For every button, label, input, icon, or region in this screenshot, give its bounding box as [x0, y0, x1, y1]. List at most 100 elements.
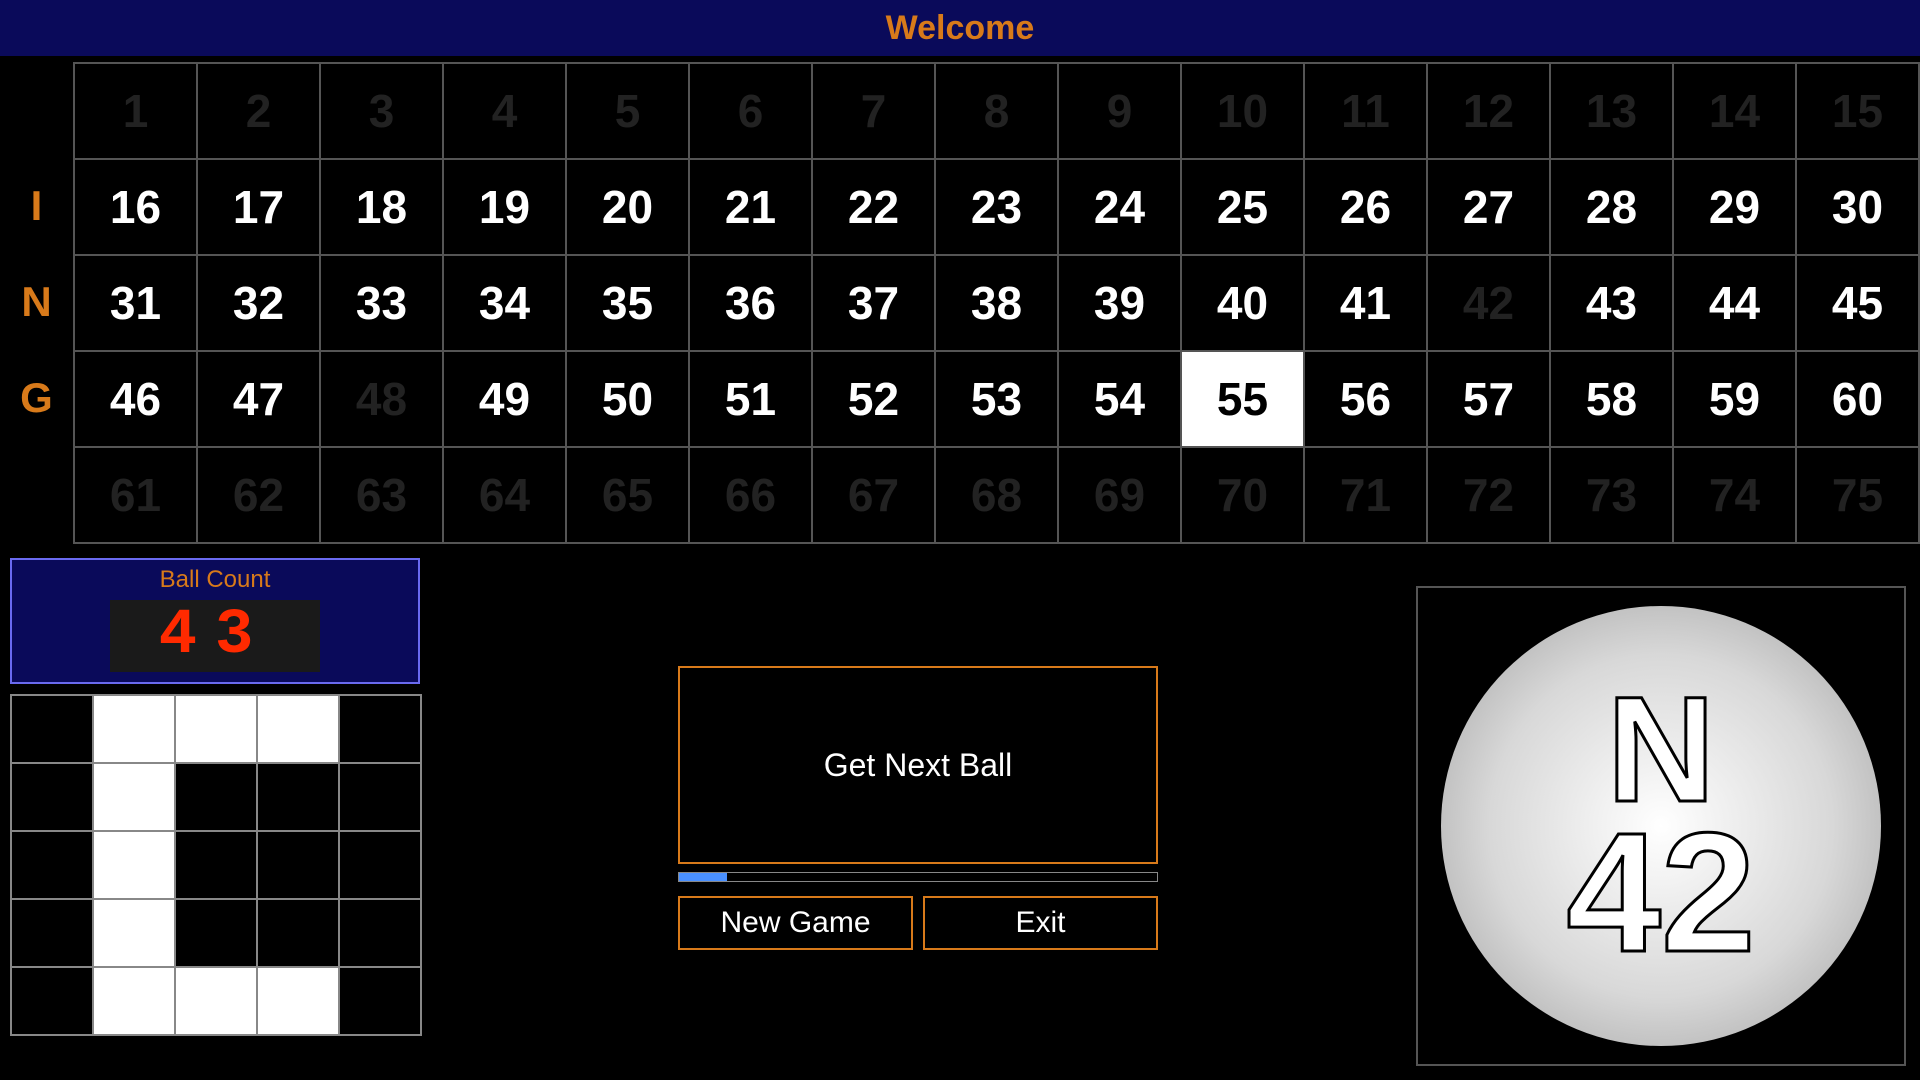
board-cell[interactable]: 7 [812, 63, 935, 159]
board-cell[interactable]: 6 [689, 63, 812, 159]
pattern-cell[interactable] [93, 695, 175, 763]
board-cell[interactable]: 73 [1550, 447, 1673, 543]
board-cell[interactable]: 64 [443, 447, 566, 543]
board-cell[interactable]: 48 [320, 351, 443, 447]
pattern-cell[interactable] [175, 899, 257, 967]
board-cell[interactable]: 18 [320, 159, 443, 255]
get-next-ball-button[interactable]: Get Next Ball [678, 666, 1158, 864]
pattern-cell[interactable] [257, 899, 339, 967]
board-cell[interactable]: 60 [1796, 351, 1919, 447]
board-cell[interactable]: 40 [1181, 255, 1304, 351]
board-cell[interactable]: 66 [689, 447, 812, 543]
board-cell[interactable]: 38 [935, 255, 1058, 351]
board-cell[interactable]: 75 [1796, 447, 1919, 543]
board-cell[interactable]: 58 [1550, 351, 1673, 447]
board-cell[interactable]: 54 [1058, 351, 1181, 447]
board-cell[interactable]: 49 [443, 351, 566, 447]
board-cell[interactable]: 32 [197, 255, 320, 351]
pattern-cell[interactable] [93, 899, 175, 967]
board-cell[interactable]: 43 [1550, 255, 1673, 351]
board-cell[interactable]: 23 [935, 159, 1058, 255]
board-cell[interactable]: 12 [1427, 63, 1550, 159]
board-cell[interactable]: 24 [1058, 159, 1181, 255]
pattern-cell[interactable] [175, 967, 257, 1035]
board-cell[interactable]: 57 [1427, 351, 1550, 447]
pattern-cell[interactable] [257, 831, 339, 899]
board-cell[interactable]: 70 [1181, 447, 1304, 543]
board-cell[interactable]: 28 [1550, 159, 1673, 255]
board-cell[interactable]: 45 [1796, 255, 1919, 351]
pattern-cell[interactable] [339, 899, 421, 967]
board-cell[interactable]: 16 [74, 159, 197, 255]
pattern-cell[interactable] [257, 763, 339, 831]
board-cell[interactable]: 8 [935, 63, 1058, 159]
board-cell[interactable]: 50 [566, 351, 689, 447]
board-cell[interactable]: 47 [197, 351, 320, 447]
board-cell[interactable]: 59 [1673, 351, 1796, 447]
board-cell[interactable]: 3 [320, 63, 443, 159]
pattern-cell[interactable] [11, 831, 93, 899]
board-cell[interactable]: 14 [1673, 63, 1796, 159]
board-cell[interactable]: 34 [443, 255, 566, 351]
board-cell[interactable]: 69 [1058, 447, 1181, 543]
pattern-cell[interactable] [93, 763, 175, 831]
board-cell[interactable]: 26 [1304, 159, 1427, 255]
board-cell[interactable]: 56 [1304, 351, 1427, 447]
board-cell[interactable]: 11 [1304, 63, 1427, 159]
pattern-cell[interactable] [339, 831, 421, 899]
board-cell[interactable]: 74 [1673, 447, 1796, 543]
board-cell[interactable]: 51 [689, 351, 812, 447]
board-cell[interactable]: 25 [1181, 159, 1304, 255]
pattern-cell[interactable] [11, 967, 93, 1035]
board-cell[interactable]: 68 [935, 447, 1058, 543]
board-cell[interactable]: 21 [689, 159, 812, 255]
pattern-cell[interactable] [11, 695, 93, 763]
board-cell[interactable]: 37 [812, 255, 935, 351]
board-cell[interactable]: 52 [812, 351, 935, 447]
pattern-cell[interactable] [175, 763, 257, 831]
pattern-cell[interactable] [339, 695, 421, 763]
board-cell[interactable]: 30 [1796, 159, 1919, 255]
board-cell[interactable]: 19 [443, 159, 566, 255]
board-cell[interactable]: 62 [197, 447, 320, 543]
pattern-cell[interactable] [93, 967, 175, 1035]
board-cell[interactable]: 71 [1304, 447, 1427, 543]
pattern-cell[interactable] [11, 763, 93, 831]
pattern-cell[interactable] [339, 967, 421, 1035]
board-cell[interactable]: 53 [935, 351, 1058, 447]
new-game-button[interactable]: New Game [678, 896, 913, 950]
pattern-cell[interactable] [257, 695, 339, 763]
pattern-cell[interactable] [175, 695, 257, 763]
board-cell[interactable]: 1 [74, 63, 197, 159]
board-cell[interactable]: 4 [443, 63, 566, 159]
board-cell[interactable]: 29 [1673, 159, 1796, 255]
board-cell[interactable]: 61 [74, 447, 197, 543]
board-cell[interactable]: 67 [812, 447, 935, 543]
board-cell[interactable]: 39 [1058, 255, 1181, 351]
board-cell[interactable]: 44 [1673, 255, 1796, 351]
board-cell[interactable]: 13 [1550, 63, 1673, 159]
board-cell[interactable]: 42 [1427, 255, 1550, 351]
board-cell[interactable]: 9 [1058, 63, 1181, 159]
pattern-cell[interactable] [339, 763, 421, 831]
board-cell[interactable]: 33 [320, 255, 443, 351]
board-cell[interactable]: 2 [197, 63, 320, 159]
exit-button[interactable]: Exit [923, 896, 1158, 950]
pattern-cell[interactable] [93, 831, 175, 899]
pattern-cell[interactable] [257, 967, 339, 1035]
board-cell[interactable]: 17 [197, 159, 320, 255]
board-cell[interactable]: 65 [566, 447, 689, 543]
board-cell[interactable]: 31 [74, 255, 197, 351]
board-cell[interactable]: 55 [1181, 351, 1304, 447]
board-cell[interactable]: 10 [1181, 63, 1304, 159]
pattern-cell[interactable] [11, 899, 93, 967]
board-cell[interactable]: 72 [1427, 447, 1550, 543]
board-cell[interactable]: 20 [566, 159, 689, 255]
board-cell[interactable]: 46 [74, 351, 197, 447]
board-cell[interactable]: 63 [320, 447, 443, 543]
board-cell[interactable]: 15 [1796, 63, 1919, 159]
board-cell[interactable]: 36 [689, 255, 812, 351]
board-cell[interactable]: 22 [812, 159, 935, 255]
board-cell[interactable]: 41 [1304, 255, 1427, 351]
board-cell[interactable]: 35 [566, 255, 689, 351]
